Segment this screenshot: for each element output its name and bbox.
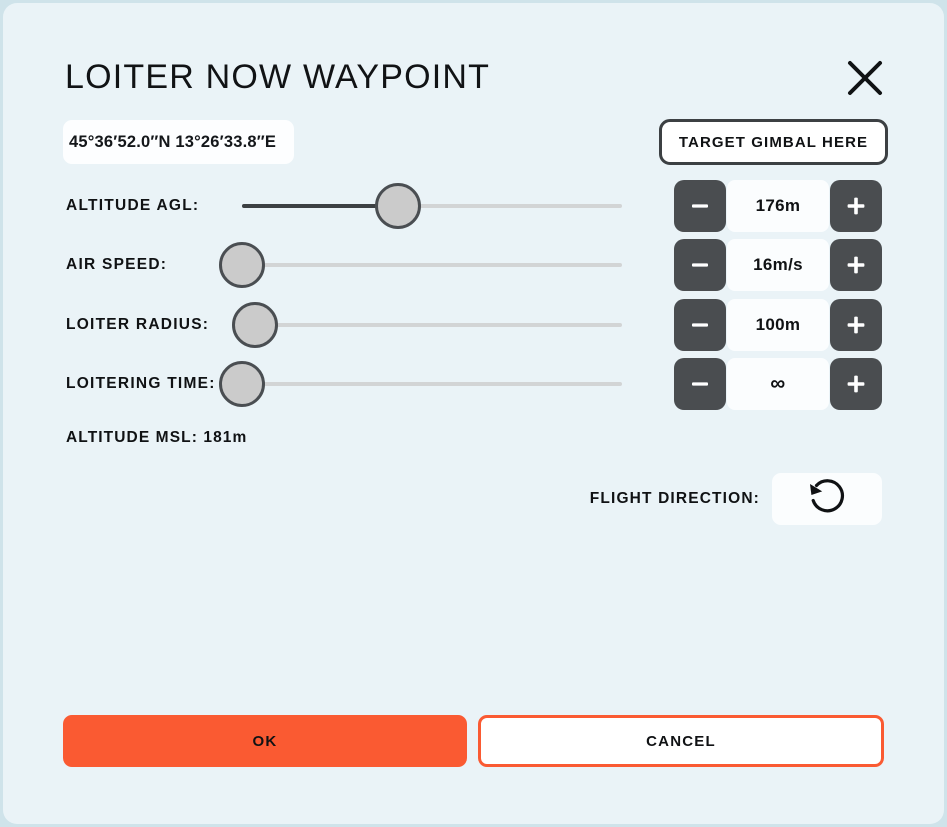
- value-loiter-radius[interactable]: 100m: [727, 299, 829, 351]
- slider-track[interactable]: [242, 382, 622, 386]
- stepper-loiter-radius: 100m: [674, 299, 882, 351]
- flight-direction-control: FLIGHT DIRECTION:: [590, 473, 882, 525]
- target-gimbal-here-button[interactable]: TARGET GIMBAL HERE: [659, 119, 888, 165]
- value-air-speed[interactable]: 16m/s: [727, 239, 829, 291]
- decrement-button-loitering-time[interactable]: [674, 358, 726, 410]
- slider-thumb[interactable]: [374, 183, 421, 229]
- stepper-loitering-time: ∞: [674, 358, 882, 410]
- label-loiter-radius: LOITER RADIUS:: [66, 316, 210, 333]
- stepper-air-speed: 16m/s: [674, 239, 882, 291]
- rotate-counterclockwise-icon: [801, 471, 853, 528]
- label-air-speed: AIR SPEED:: [66, 256, 168, 273]
- increment-button-altitude-agl[interactable]: [830, 180, 882, 232]
- label-loitering-time: LOITERING TIME:: [66, 375, 216, 392]
- altitude-msl-text: ALTITUDE MSL: 181m: [66, 429, 248, 446]
- slider-loiter-radius[interactable]: [215, 299, 622, 351]
- flight-direction-toggle-button[interactable]: [772, 473, 882, 525]
- row-loiter-radius: LOITER RADIUS: 100m: [3, 295, 944, 355]
- increment-button-air-speed[interactable]: [830, 239, 882, 291]
- decrement-button-loiter-radius[interactable]: [674, 299, 726, 351]
- slider-thumb[interactable]: [219, 242, 265, 288]
- cancel-button[interactable]: CANCEL: [478, 715, 884, 767]
- row-altitude-agl: ALTITUDE AGL: 176m: [3, 176, 944, 236]
- page-title: LOITER NOW WAYPOINT: [65, 58, 491, 96]
- coordinates-field[interactable]: 45°36′52.0″N 13°26′33.8″E: [63, 120, 294, 164]
- slider-altitude-agl[interactable]: [215, 180, 622, 232]
- dialog-header: LOITER NOW WAYPOINT: [65, 55, 904, 107]
- slider-air-speed[interactable]: [215, 239, 622, 291]
- value-loitering-time[interactable]: ∞: [727, 358, 829, 410]
- coordinates-text: 45°36′52.0″N 13°26′33.8″E: [69, 132, 277, 151]
- flight-direction-label: FLIGHT DIRECTION:: [589, 490, 760, 507]
- target-gimbal-here-label: TARGET GIMBAL HERE: [678, 133, 869, 151]
- label-altitude-agl: ALTITUDE AGL:: [66, 197, 200, 214]
- slider-track[interactable]: [242, 323, 622, 327]
- slider-thumb[interactable]: [219, 361, 265, 407]
- close-icon[interactable]: [844, 57, 886, 99]
- increment-button-loitering-time[interactable]: [830, 358, 882, 410]
- ok-button[interactable]: OK: [63, 715, 467, 767]
- slider-loitering-time[interactable]: [215, 358, 622, 410]
- slider-thumb[interactable]: [231, 302, 278, 348]
- slider-track[interactable]: [242, 263, 622, 267]
- row-air-speed: AIR SPEED: 16m/s: [3, 235, 944, 295]
- stepper-altitude-agl: 176m: [674, 180, 882, 232]
- value-altitude-agl[interactable]: 176m: [727, 180, 829, 232]
- row-loitering-time: LOITERING TIME: ∞: [3, 354, 944, 414]
- loiter-waypoint-dialog: LOITER NOW WAYPOINT 45°36′52.0″N 13°26′3…: [3, 3, 944, 824]
- decrement-button-air-speed[interactable]: [674, 239, 726, 291]
- increment-button-loiter-radius[interactable]: [830, 299, 882, 351]
- decrement-button-altitude-agl[interactable]: [674, 180, 726, 232]
- dialog-footer: OK CANCEL: [63, 715, 884, 767]
